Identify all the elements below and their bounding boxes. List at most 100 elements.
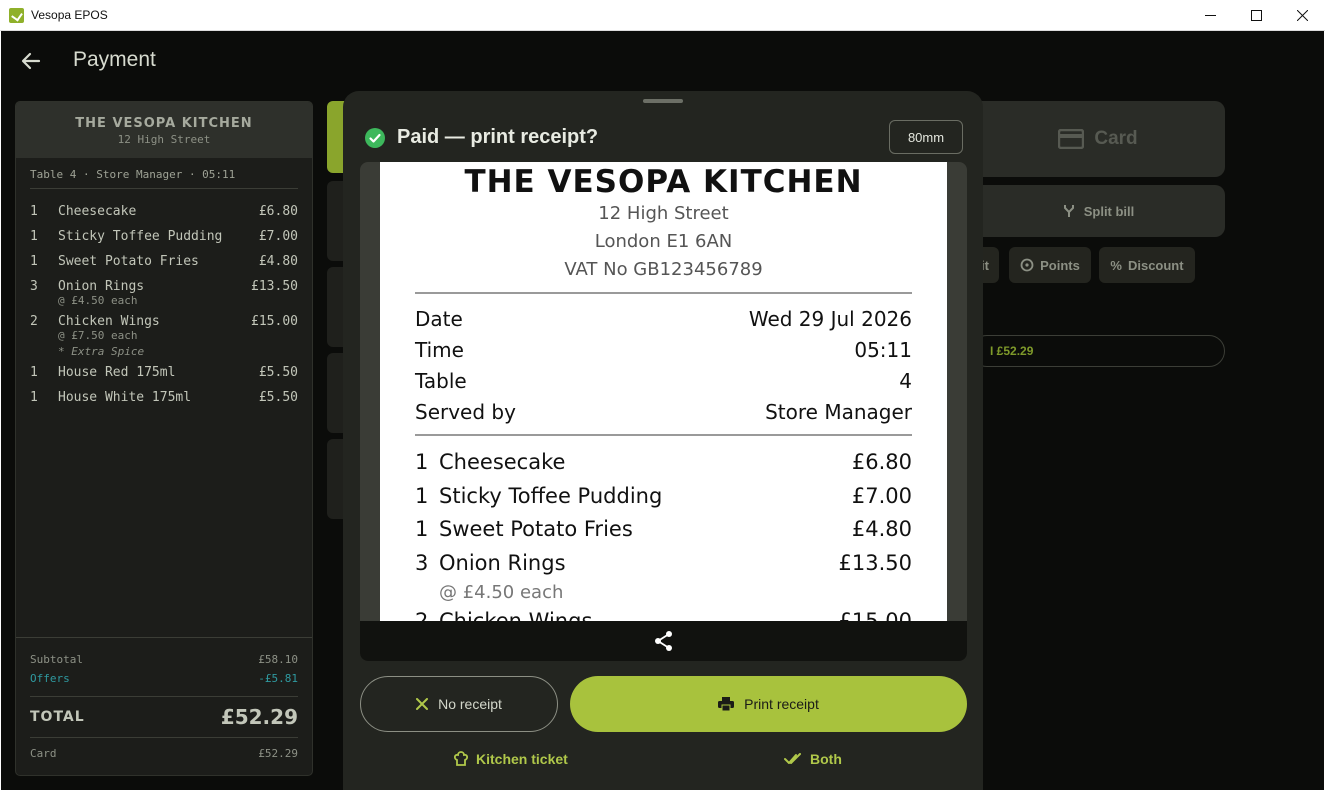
check-circle-icon [365,127,385,148]
field-label: Served by [415,400,516,424]
line-qty: 1 [30,204,38,219]
credit-card-icon [1058,129,1085,149]
offers-row: Offers -£5.81 [30,669,298,688]
line-price: £13.50 [838,550,912,575]
line-name: Chicken Wings [439,609,593,621]
double-check-icon [784,753,801,764]
card-payment-button[interactable]: Card [971,101,1225,177]
drag-handle[interactable] [643,99,683,103]
subtotal-row: Subtotal £58.10 [30,650,298,669]
receipt-address-1: 12 High Street [598,203,729,224]
discount-button[interactable]: % Discount [1099,247,1195,283]
field-value: 05:11 [854,338,912,362]
maximize-button[interactable] [1233,0,1279,31]
ticket-header: THE VESOPA KITCHEN 12 High Street [16,102,312,158]
line-qty: 1 [30,229,38,244]
print-receipt-button[interactable]: Print receipt [570,676,967,732]
receipt-divider [415,434,912,436]
offers-value: -£5.81 [258,672,298,685]
page-title: Payment [73,48,156,71]
share-button[interactable] [360,621,967,661]
venue-address: 12 High Street [117,133,211,146]
line-unit-price: @ £4.50 each [439,582,564,603]
field-value: Store Manager [765,400,912,424]
dialog-title: Paid — print receipt? [397,126,599,148]
share-icon [654,631,672,651]
tender-label: Card [30,747,57,760]
line-price: £6.80 [851,450,912,474]
receipt-field: Served by Store Manager [415,397,912,428]
receipt-line: 1 Sticky Toffee Pudding £7.00 [415,480,912,514]
ticket-totals: Subtotal £58.10 Offers -£5.81 TOTAL £52.29 … [16,637,312,775]
field-label: Date [415,307,463,331]
points-label: Points [1040,257,1080,273]
kitchen-ticket-button[interactable]: Kitchen ticket [454,749,568,769]
line-name: Cheesecake [439,450,566,474]
receipt-paper: THE VESOPA KITCHEN 12 High Street London… [380,162,947,621]
receipt-line: 1 Sweet Potato Fries £4.80 [415,513,912,547]
ticket-line: 1 House White 175ml £5.50 [30,385,298,410]
points-icon [1020,258,1034,272]
total-row: TOTAL £52.29 [30,696,298,738]
line-qty: 1 [415,483,429,508]
split-bill-label: Split bill [1083,203,1135,219]
amount-field[interactable]: I £52.29 [971,335,1225,367]
ticket-meta: Table 4 · Store Manager · 05:11 [30,168,298,189]
app-icon [9,8,24,23]
offers-label: Offers [30,672,70,685]
receipt-address-2: London E1 6AN [594,231,733,252]
line-price: £6.80 [258,204,298,219]
card-label: Card [1094,128,1138,149]
back-button[interactable] [19,49,43,73]
app-window: Payment THE VESOPA KITCHEN 12 High Stree… [1,31,1324,790]
line-price: £5.50 [258,365,298,380]
ticket-line: 1 House Red 175ml £5.50 [30,360,298,385]
points-button[interactable]: Points [1009,247,1091,283]
window-titlebar: Vesopa EPOS [0,0,1325,31]
subtotal-label: Subtotal [30,653,83,666]
line-qty: 1 [30,254,38,269]
order-ticket: THE VESOPA KITCHEN 12 High Street Table … [15,101,313,776]
line-price: £15.00 [838,609,912,621]
subtotal-value: £58.10 [258,653,298,666]
line-qty: 2 [30,314,38,329]
minimize-button[interactable] [1187,0,1233,31]
line-name: Sticky Toffee Pudding [58,229,223,244]
window-title: Vesopa EPOS [31,8,108,22]
close-icon [1296,10,1308,21]
split-bill-button[interactable]: Split bill [971,185,1225,237]
tender-row: Card £52.29 [30,744,298,763]
line-name: Sweet Potato Fries [439,517,633,541]
discount-label: Discount [1127,257,1184,273]
line-qty: 1 [415,450,429,474]
ticket-items: 1 Cheesecake £6.80 1 Sticky Toffee Pudding £… [16,189,312,410]
line-name: House White 175ml [58,390,192,405]
both-button[interactable]: Both [784,749,842,769]
total-value: £52.29 [220,705,298,729]
line-qty: 1 [415,517,429,541]
line-name: Cheesecake [58,204,137,219]
ticket-line: 1 Cheesecake £6.80 [30,199,298,224]
receipt-line: 1 Cheesecake £6.80 [415,446,912,480]
field-label: Time [415,338,464,362]
both-label: Both [810,751,842,767]
paper-size-selector[interactable]: 80mm [889,120,963,154]
field-value: 4 [899,369,912,393]
chef-hat-icon [454,751,468,766]
no-receipt-label: No receipt [438,696,502,712]
receipt-preview[interactable]: THE VESOPA KITCHEN 12 High Street London… [360,162,967,661]
close-icon [416,698,429,710]
ticket-line: 1 Sticky Toffee Pudding £7.00 [30,224,298,249]
close-button[interactable] [1279,0,1325,31]
receipt-line: 3 Onion Rings £13.50 [415,547,912,581]
no-receipt-button[interactable]: No receipt [360,676,558,732]
line-name: Sticky Toffee Pudding [439,483,663,508]
line-price: £15.00 [251,314,298,329]
printer-icon [718,697,735,711]
line-price: £5.50 [258,390,298,405]
receipt-field: Table 4 [415,366,912,397]
receipt-field: Time 05:11 [415,335,912,366]
tender-value: £52.29 [258,747,298,760]
line-modifier: * Extra Spice [58,345,145,358]
venue-name: THE VESOPA KITCHEN [75,116,253,131]
